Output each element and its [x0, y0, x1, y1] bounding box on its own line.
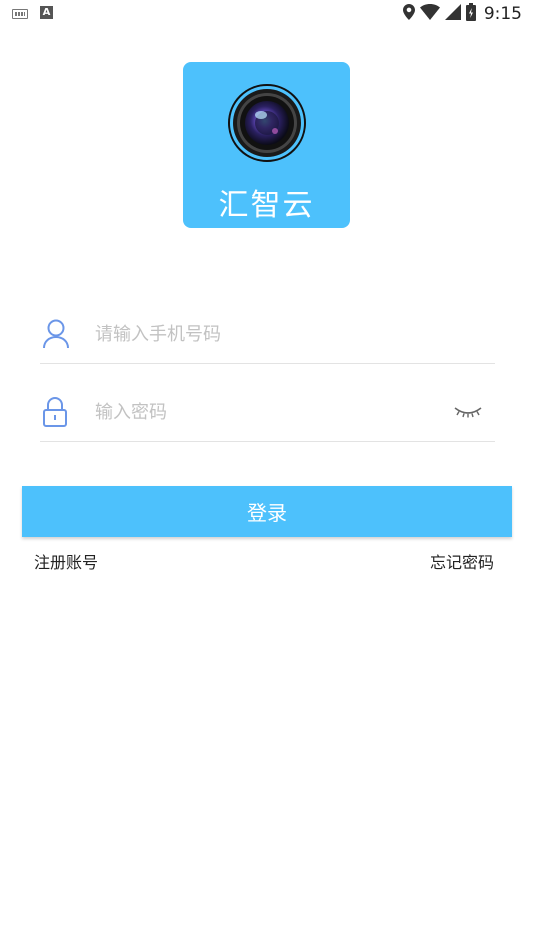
wifi-icon: [419, 4, 440, 24]
app-name: 汇智云: [218, 188, 315, 223]
signal-icon: [444, 4, 461, 24]
location-icon: [402, 4, 415, 24]
status-icons: 9:15: [402, 3, 522, 25]
keyboard-icon: [12, 9, 28, 19]
register-link[interactable]: 注册账号: [34, 549, 98, 573]
app-logo: 汇智云: [183, 62, 350, 228]
phone-field: [40, 309, 495, 364]
login-button[interactable]: 登录: [22, 486, 512, 537]
status-time: 9:15: [483, 4, 522, 24]
lock-icon: [42, 397, 68, 431]
user-icon: [42, 319, 70, 353]
font-a-icon: A: [40, 6, 53, 19]
phone-input[interactable]: [95, 319, 435, 349]
status-bar: A 9:15: [0, 0, 534, 28]
password-field: [40, 387, 495, 442]
password-input[interactable]: [95, 397, 435, 427]
forgot-password-link[interactable]: 忘记密码: [430, 549, 494, 573]
eye-closed-icon[interactable]: [453, 404, 483, 423]
battery-icon: [465, 3, 476, 25]
camera-lens-icon: [228, 84, 306, 162]
